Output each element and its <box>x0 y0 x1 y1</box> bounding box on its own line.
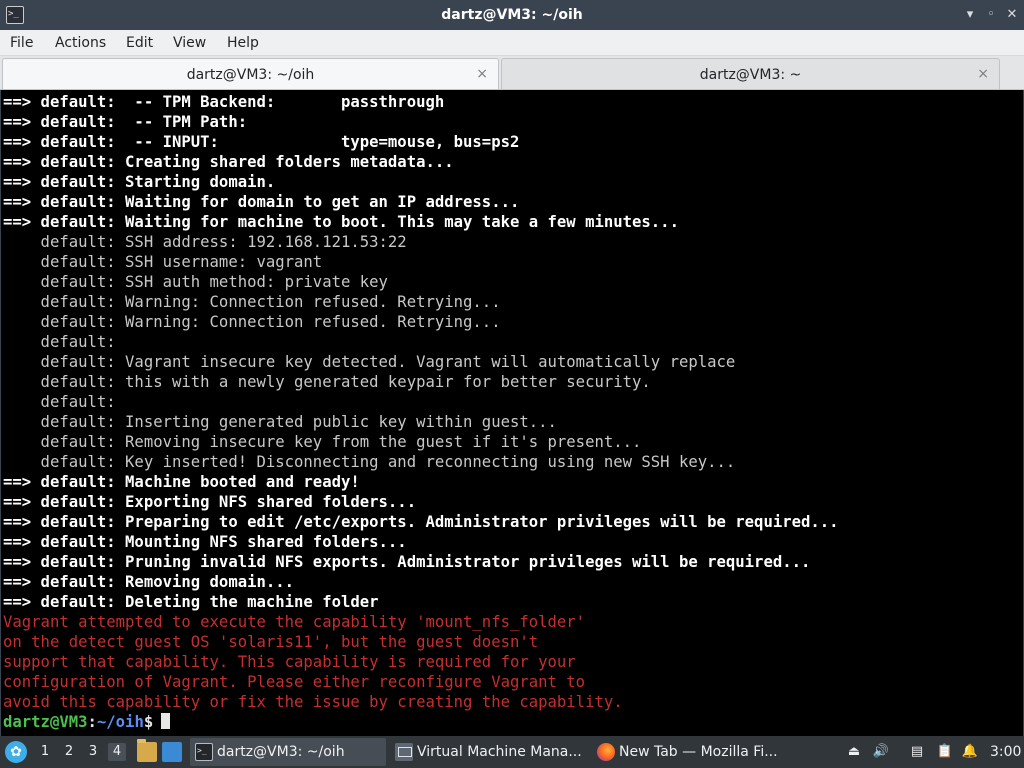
tab-close-icon[interactable]: × <box>476 65 488 83</box>
desktop-3[interactable]: 3 <box>84 743 102 761</box>
output-line: ==> default: Removing domain... <box>3 573 295 591</box>
output-line: default: Key inserted! Disconnecting and… <box>3 453 736 471</box>
output-line: ==> default: Mounting NFS shared folders… <box>3 533 407 551</box>
terminal-lines: ==> default: -- TPM Backend: passthrough… <box>3 92 839 732</box>
output-line: default: SSH auth method: private key <box>3 273 388 291</box>
error-line: on the detect guest OS 'solaris11', but … <box>3 633 539 651</box>
menu-view[interactable]: View <box>173 34 206 52</box>
menu-edit[interactable]: Edit <box>126 34 153 52</box>
firefox-icon <box>597 743 615 761</box>
prompt-colon: : <box>87 713 97 731</box>
menu-bar: File Actions Edit View Help <box>0 30 1024 56</box>
tab-home[interactable]: dartz@VM3: ~ × <box>501 58 1000 89</box>
window-titlebar[interactable]: dartz@VM3: ~/oih ▾ ◦ ✕ <box>0 0 1024 30</box>
clock[interactable]: 3:00 <box>990 743 1021 761</box>
clipboard-icon[interactable]: 📋 <box>936 743 954 761</box>
terminal-icon <box>195 743 213 761</box>
text-cursor <box>161 713 171 729</box>
desktop-2[interactable]: 2 <box>60 743 78 761</box>
output-line: ==> default: Exporting NFS shared folder… <box>3 493 417 511</box>
output-line: default: <box>3 393 116 411</box>
output-line: default: this with a newly generated key… <box>3 373 651 391</box>
task-terminal[interactable]: dartz@VM3: ~/oih <box>190 738 386 766</box>
error-line: configuration of Vagrant. Please either … <box>3 673 586 691</box>
prompt-symbol: $ <box>143 713 154 731</box>
error-line: support that capability. This capability… <box>3 653 576 671</box>
tab-bar: dartz@VM3: ~/oih × dartz@VM3: ~ × <box>0 56 1024 90</box>
output-line: default: SSH address: 192.168.121.53:22 <box>3 233 407 251</box>
minimize-icon[interactable]: ▾ <box>962 7 978 23</box>
error-line: Vagrant attempted to execute the capabil… <box>3 613 586 631</box>
output-line: default: Warning: Connection refused. Re… <box>3 293 501 311</box>
output-line: ==> default: Pruning invalid NFS exports… <box>3 553 811 571</box>
menu-help[interactable]: Help <box>227 34 259 52</box>
output-line: ==> default: -- TPM Backend: passthrough <box>3 93 445 111</box>
notifications-icon[interactable]: 🔔 <box>961 743 979 761</box>
output-line: default: <box>3 333 116 351</box>
prompt-path: ~/oih <box>96 713 144 731</box>
taskbar: ✿ 1 2 3 4 dartz@VM3: ~/oih Virtual Machi… <box>0 736 1024 768</box>
maximize-icon[interactable]: ◦ <box>983 7 999 23</box>
task-label: Virtual Machine Mana... <box>417 744 582 760</box>
task-label: New Tab — Mozilla Fi... <box>619 744 778 760</box>
removable-media-icon[interactable]: ⏏ <box>845 743 863 761</box>
output-line: ==> default: Waiting for machine to boot… <box>3 213 679 231</box>
tab-oih[interactable]: dartz@VM3: ~/oih × <box>2 58 499 89</box>
output-line: ==> default: Waiting for domain to get a… <box>3 193 520 211</box>
prompt-user: dartz@VM3 <box>3 713 88 731</box>
output-line: default: Removing insecure key from the … <box>3 433 642 451</box>
prompt-line: dartz@VM3:~/oih$ <box>3 712 839 732</box>
task-firefox[interactable]: New Tab — Mozilla Fi... <box>592 738 788 766</box>
output-line: ==> default: Preparing to edit /etc/expo… <box>3 513 839 531</box>
error-line: avoid this capability or fix the issue b… <box>3 693 623 711</box>
close-icon[interactable]: ✕ <box>1004 7 1020 23</box>
output-line: ==> default: Creating shared folders met… <box>3 153 454 171</box>
tab-label: dartz@VM3: ~ <box>699 67 802 83</box>
output-line: ==> default: -- INPUT: type=mouse, bus=p… <box>3 133 520 151</box>
tab-label: dartz@VM3: ~/oih <box>186 67 315 83</box>
output-line: ==> default: -- TPM Path: <box>3 113 248 131</box>
menu-file[interactable]: File <box>10 34 33 52</box>
network-icon[interactable]: ▤ <box>908 743 926 761</box>
show-desktop-icon[interactable] <box>162 742 182 762</box>
menu-actions[interactable]: Actions <box>55 34 106 52</box>
tab-close-icon[interactable]: × <box>977 65 989 83</box>
output-line: ==> default: Machine booted and ready! <box>3 473 360 491</box>
output-line: default: Vagrant insecure key detected. … <box>3 353 736 371</box>
file-manager-icon[interactable] <box>137 739 157 762</box>
output-line: default: Warning: Connection refused. Re… <box>3 313 501 331</box>
volume-icon[interactable]: 🔊 <box>872 743 890 761</box>
desktop-1[interactable]: 1 <box>36 743 54 761</box>
window-title: dartz@VM3: ~/oih <box>441 7 583 23</box>
output-line: default: SSH username: vagrant <box>3 253 323 271</box>
terminal-output[interactable]: ==> default: -- TPM Backend: passthrough… <box>0 90 1024 736</box>
desktop-4[interactable]: 4 <box>108 743 126 761</box>
output-line: ==> default: Starting domain. <box>3 173 276 191</box>
application-launcher-icon[interactable]: ✿ <box>5 741 27 763</box>
virt-manager-icon <box>395 743 413 761</box>
task-label: dartz@VM3: ~/oih <box>217 744 345 760</box>
task-virt-manager[interactable]: Virtual Machine Mana... <box>390 738 588 766</box>
output-line: ==> default: Deleting the machine folder <box>3 593 379 611</box>
output-line: default: Inserting generated public key … <box>3 413 557 431</box>
